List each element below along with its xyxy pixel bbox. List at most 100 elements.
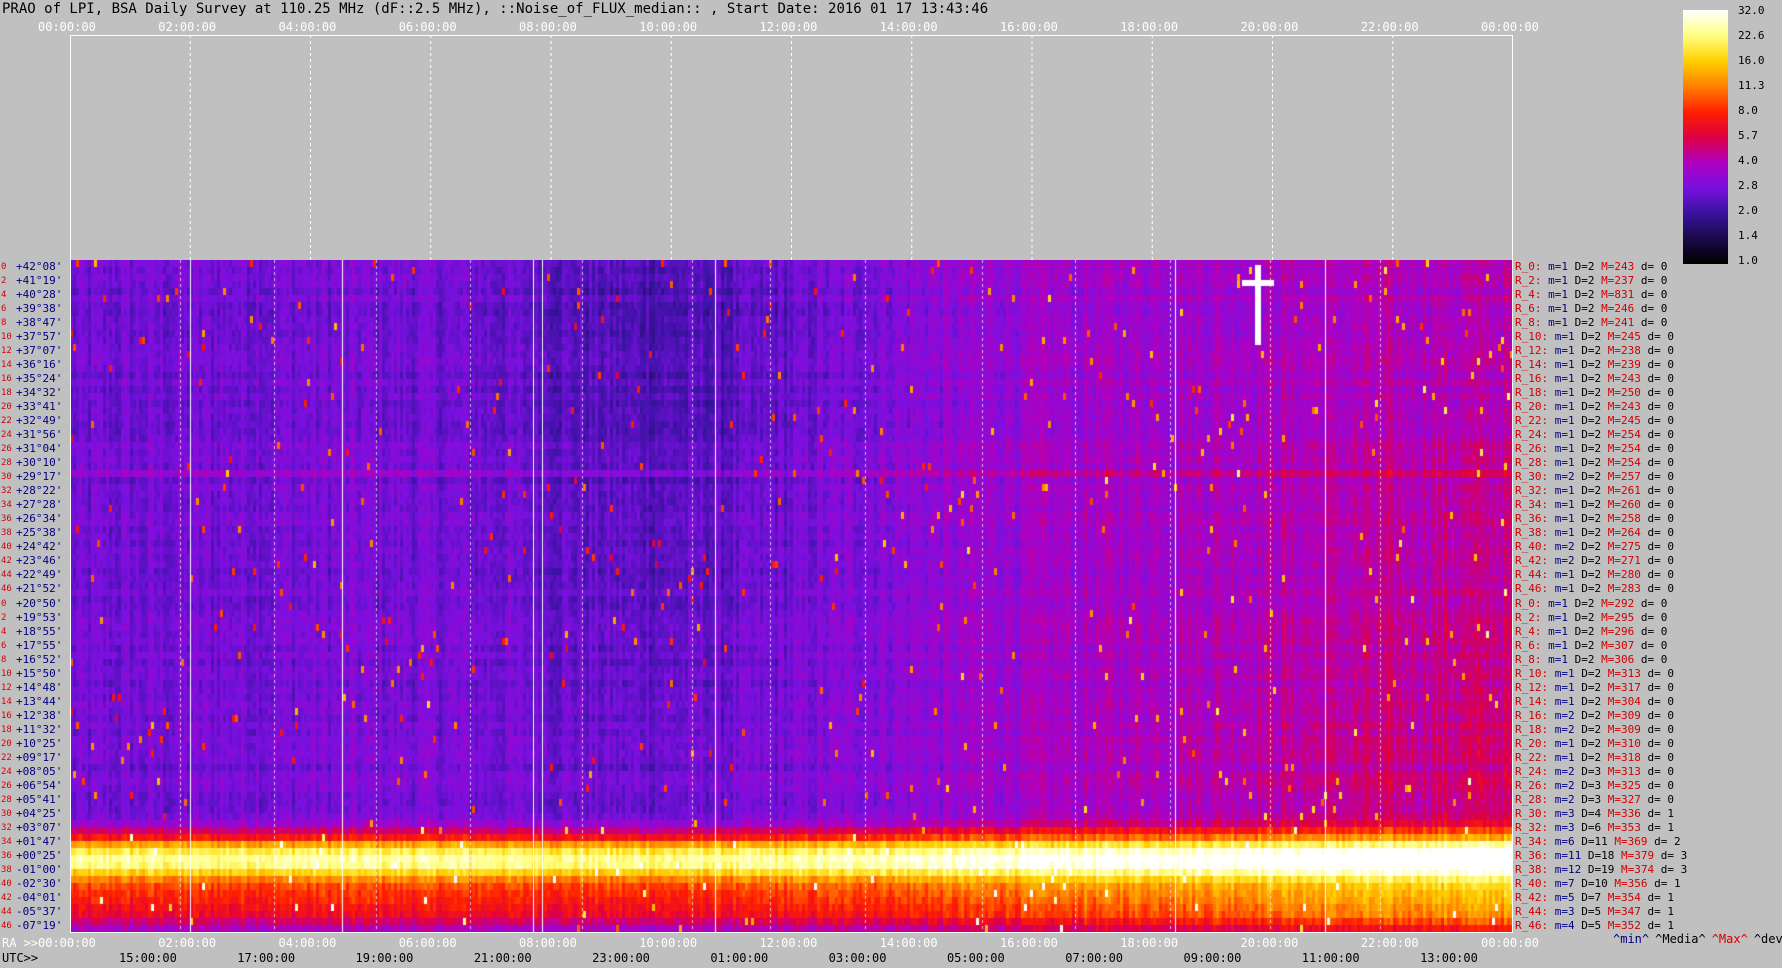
row-stat-deviation: d= 0 — [1640, 638, 1668, 652]
row-stat: R_8: m=1 D=2 M=241 d= 0 — [1515, 316, 1667, 330]
row-index-label: 44 — [1, 906, 12, 917]
row-stat: R_28: m=2 D=3 M=327 d= 0 — [1515, 793, 1674, 807]
row-stat-deviation: d= 0 — [1647, 694, 1675, 708]
row-stat-median: D=2 — [1581, 428, 1602, 442]
row-index-label: 2 — [1, 276, 7, 287]
row-stat-min: m=2 — [1554, 470, 1575, 484]
row-stat-min: m=5 — [1554, 890, 1575, 904]
row-stat-max: M=307 — [1601, 638, 1635, 652]
row-index-label: 8 — [1, 318, 7, 329]
row-stat-median: D=2 — [1574, 288, 1595, 302]
ra-axis-label: RA >> — [2, 936, 39, 950]
declination-row: 0 +20°50' — [0, 597, 70, 611]
row-stat-max: M=309 — [1607, 708, 1641, 722]
row-index-label: 26 — [1, 780, 12, 791]
row-index-label: 34 — [1, 836, 12, 847]
row-stat-max: M=304 — [1607, 694, 1641, 708]
row-stat: R_16: m=2 D=2 M=309 d= 0 — [1515, 709, 1674, 723]
row-stat-deviation: d= 0 — [1647, 344, 1675, 358]
declination-row: 34 +27°28' — [0, 498, 70, 512]
row-stat-label: R_14: — [1515, 694, 1549, 708]
declination-label: -07°19' — [16, 918, 63, 932]
row-stat-min: m=1 — [1554, 386, 1575, 400]
row-stat-max: M=283 — [1607, 582, 1641, 596]
colorbar-tick-label: 1.0 — [1738, 254, 1758, 267]
colorbar-tick-label: 22.6 — [1738, 29, 1765, 42]
declination-label: -05°37' — [16, 904, 63, 918]
row-stat: R_24: m=2 D=3 M=313 d= 0 — [1515, 765, 1674, 779]
row-stat-label: R_40: — [1515, 876, 1549, 890]
row-stat-median: D=2 — [1574, 274, 1595, 288]
row-stat-median: D=3 — [1581, 764, 1602, 778]
row-stat-deviation: d= 1 — [1647, 890, 1675, 904]
row-stat-median: D=10 — [1581, 876, 1608, 890]
row-stat-deviation: d= 0 — [1647, 568, 1675, 582]
declination-row: 18 +34°32' — [0, 386, 70, 400]
declination-row: 2 +19°53' — [0, 611, 70, 625]
row-stat-max: M=379 — [1621, 848, 1655, 862]
row-stat-label: R_10: — [1515, 330, 1549, 344]
row-index-label: 12 — [1, 682, 12, 693]
utc-tick-label: 03:00:00 — [828, 951, 887, 965]
row-stat: R_0: m=1 D=2 M=243 d= 0 — [1515, 260, 1667, 274]
row-stat-label: R_8: — [1515, 652, 1542, 666]
declination-label: +22°49' — [16, 568, 63, 582]
stats-legend-item: ^min^ — [1613, 932, 1650, 946]
row-stat-min: m=1 — [1548, 610, 1568, 624]
row-stat-min: m=1 — [1548, 274, 1568, 288]
declination-label: +27°28' — [16, 498, 63, 512]
utc-tick-label: 15:00:00 — [119, 951, 177, 965]
top-tick-label: 02:00:00 — [158, 20, 217, 34]
declination-row: 24 +08°05' — [0, 765, 70, 779]
row-stat-min: m=1 — [1548, 288, 1568, 302]
row-index-label: 18 — [1, 388, 12, 399]
declination-row: 22 +32°49' — [0, 414, 70, 428]
declination-row: 6 +39°38' — [0, 302, 70, 316]
row-index-label: 2 — [1, 612, 7, 623]
declination-label: +18°55' — [16, 624, 63, 638]
row-stat-max: M=327 — [1607, 792, 1641, 806]
colorbar-tick-label: 1.4 — [1738, 229, 1758, 242]
top-tick-label: 04:00:00 — [278, 20, 337, 34]
declination-row: 12 +14°48' — [0, 681, 70, 695]
declination-row: 34 +01°47' — [0, 835, 70, 849]
row-stat-label: R_4: — [1515, 288, 1542, 302]
row-stat-label: R_12: — [1515, 344, 1549, 358]
row-stat-label: R_32: — [1515, 484, 1549, 498]
declination-label: +32°49' — [16, 414, 63, 428]
row-stat-label: R_44: — [1515, 904, 1549, 918]
row-stat-label: R_24: — [1515, 428, 1549, 442]
colorbar-tick-label: 32.0 — [1738, 4, 1765, 17]
row-stat-max: M=243 — [1601, 260, 1635, 273]
row-stat-label: R_24: — [1515, 764, 1549, 778]
row-index-label: 10 — [1, 332, 12, 343]
row-stat-min: m=1 — [1554, 400, 1575, 414]
row-stat: R_18: m=2 D=2 M=309 d= 0 — [1515, 723, 1674, 737]
row-index-label: 44 — [1, 570, 12, 581]
stats-legend-item: ^devia^ — [1753, 932, 1782, 946]
ra-tick-label: 22:00:00 — [1360, 936, 1419, 950]
declination-label: +39°38' — [16, 302, 63, 316]
row-index-label: 16 — [1, 374, 12, 385]
row-stat-median: D=2 — [1581, 680, 1602, 694]
row-stat-median: D=2 — [1581, 484, 1602, 498]
colorbar-tick-label: 11.3 — [1738, 79, 1765, 92]
row-stat-median: D=2 — [1574, 260, 1595, 273]
row-stat-label: R_10: — [1515, 666, 1549, 680]
row-stat-max: M=374 — [1621, 862, 1655, 876]
row-stat-min: m=1 — [1554, 568, 1575, 582]
row-stat-max: M=238 — [1607, 344, 1641, 358]
row-stat-deviation: d= 0 — [1647, 764, 1675, 778]
row-stat-label: R_42: — [1515, 890, 1549, 904]
declination-row: 26 +31°04' — [0, 442, 70, 456]
row-stat: R_22: m=1 D=2 M=318 d= 0 — [1515, 751, 1674, 765]
declination-label: +16°52' — [16, 652, 63, 666]
row-stat: R_34: m=6 D=11 M=369 d= 2 — [1515, 835, 1681, 849]
row-stat: R_26: m=2 D=3 M=325 d= 0 — [1515, 779, 1674, 793]
declination-label: +24°42' — [16, 540, 63, 554]
row-stat-deviation: d= 3 — [1660, 862, 1688, 876]
row-stat-label: R_34: — [1515, 498, 1549, 512]
declination-row: 40 +24°42' — [0, 540, 70, 554]
row-stat-deviation: d= 0 — [1647, 414, 1675, 428]
declination-label: +13°44' — [16, 694, 63, 708]
